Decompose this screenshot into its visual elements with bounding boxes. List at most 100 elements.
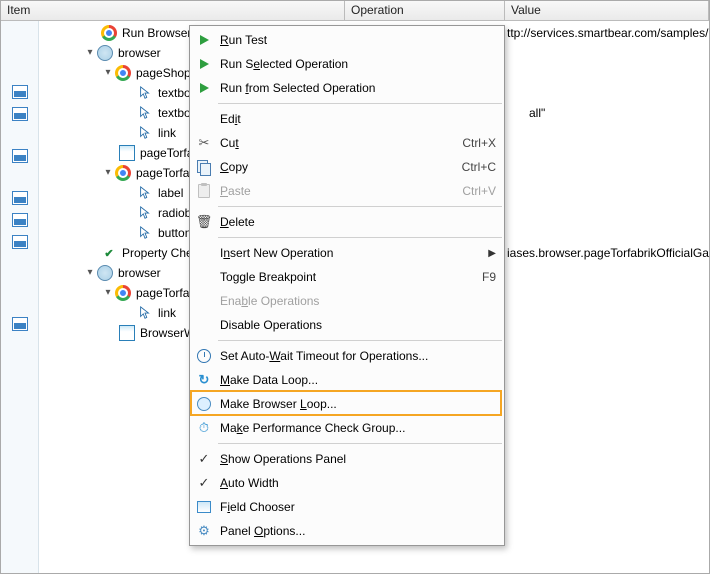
- globe-icon: [97, 265, 113, 281]
- image-marker-icon: [12, 107, 28, 121]
- tree-item-label: Run Browser: [120, 26, 193, 40]
- chrome-icon: [115, 165, 131, 181]
- image-marker-icon: [12, 317, 28, 331]
- tree-item-label: link: [156, 126, 178, 140]
- menu-item[interactable]: Edit: [190, 107, 504, 131]
- menu-item-label: Run Selected Operation: [220, 57, 496, 71]
- browser-loop-icon: [194, 394, 214, 414]
- play-selected-icon: [194, 78, 214, 98]
- menu-item[interactable]: Run Test: [190, 28, 504, 52]
- cursor-action-icon: [137, 105, 153, 121]
- menu-item[interactable]: Make Browser Loop...: [190, 392, 504, 416]
- menu-item: Enable Operations: [190, 289, 504, 313]
- menu-item[interactable]: ✓ Show Operations Panel: [190, 447, 504, 471]
- expand-collapse-icon[interactable]: [101, 166, 115, 180]
- expand-collapse-icon[interactable]: [83, 266, 97, 280]
- menu-shortcut: Ctrl+C: [462, 160, 496, 174]
- window-icon: [119, 325, 135, 341]
- menu-item-label: Show Operations Panel: [220, 452, 496, 466]
- image-marker-icon: [12, 149, 28, 163]
- menu-item-label: Make Data Loop...: [220, 373, 496, 387]
- menu-item-label: Make Browser Loop...: [220, 397, 496, 411]
- gear-icon: ⚙: [194, 521, 214, 541]
- blank-icon: [194, 243, 214, 263]
- cursor-action-icon: [137, 125, 153, 141]
- blank-icon: [194, 291, 214, 311]
- header-value[interactable]: Value: [505, 1, 709, 20]
- cursor-action-icon: [137, 305, 153, 321]
- cursor-action-icon: [137, 225, 153, 241]
- menu-item-label: Delete: [220, 215, 496, 229]
- field-chooser-icon: [194, 497, 214, 517]
- menu-separator: [218, 443, 502, 444]
- delete-icon: 🗑: [194, 212, 214, 232]
- menu-item[interactable]: ⚙Panel Options...: [190, 519, 504, 543]
- submenu-arrow-icon: ▶: [488, 248, 496, 259]
- expand-collapse-icon[interactable]: [101, 66, 115, 80]
- gutter-icon-column: [1, 21, 39, 573]
- chrome-icon: [115, 65, 131, 81]
- cursor-action-icon: [137, 85, 153, 101]
- menu-item-label: Auto Width: [220, 476, 496, 490]
- checkmark-icon: ✓: [194, 449, 214, 469]
- menu-item-label: Set Auto-Wait Timeout for Operations...: [220, 349, 496, 363]
- image-marker-icon: [12, 235, 28, 249]
- tree-item-label: label: [156, 186, 185, 200]
- cursor-action-icon: [137, 205, 153, 221]
- menu-separator: [218, 103, 502, 104]
- column-headers: Item Operation Value: [1, 1, 709, 21]
- context-menu[interactable]: Run Test Run Selected Operation Run from S…: [189, 25, 505, 546]
- menu-shortcut: Ctrl+X: [462, 136, 496, 150]
- menu-item[interactable]: Run from Selected Operation: [190, 76, 504, 100]
- menu-item-label: Edit: [220, 112, 496, 126]
- cursor-action-icon: [137, 185, 153, 201]
- expand-collapse-icon[interactable]: [101, 286, 115, 300]
- menu-item[interactable]: Field Chooser: [190, 495, 504, 519]
- menu-item[interactable]: ✂ Cut Ctrl+X: [190, 131, 504, 155]
- blank-icon: [194, 315, 214, 335]
- image-marker-icon: [12, 85, 28, 99]
- menu-item-label: Cut: [220, 136, 454, 150]
- cut-icon: ✂: [194, 133, 214, 153]
- checkmark-icon: ✓: [194, 473, 214, 493]
- menu-item: PasteCtrl+V: [190, 179, 504, 203]
- menu-item-label: Paste: [220, 184, 454, 198]
- header-operation[interactable]: Operation: [345, 1, 505, 20]
- menu-item[interactable]: ↻ Make Data Loop...: [190, 368, 504, 392]
- blank-icon: [194, 109, 214, 129]
- play-icon: [194, 30, 214, 50]
- menu-item[interactable]: Set Auto-Wait Timeout for Operations...: [190, 344, 504, 368]
- window-icon: [119, 145, 135, 161]
- menu-item-label: Make Performance Check Group...: [220, 421, 496, 435]
- blank-icon: [194, 267, 214, 287]
- tree-item-label: link: [156, 306, 178, 320]
- loop-icon: ↻: [194, 370, 214, 390]
- performance-icon: ⏱: [194, 418, 214, 438]
- menu-separator: [218, 237, 502, 238]
- menu-separator: [218, 340, 502, 341]
- menu-item-label: Field Chooser: [220, 500, 496, 514]
- menu-item[interactable]: ✓ Auto Width: [190, 471, 504, 495]
- menu-item[interactable]: 🗑 Delete: [190, 210, 504, 234]
- menu-item[interactable]: Disable Operations: [190, 313, 504, 337]
- menu-shortcut: F9: [482, 270, 496, 284]
- menu-item[interactable]: ⏱ Make Performance Check Group...: [190, 416, 504, 440]
- menu-item-label: Run from Selected Operation: [220, 81, 496, 95]
- play-selected-icon: [194, 54, 214, 74]
- menu-item[interactable]: Run Selected Operation: [190, 52, 504, 76]
- menu-item[interactable]: CopyCtrl+C: [190, 155, 504, 179]
- image-marker-icon: [12, 213, 28, 227]
- header-item[interactable]: Item: [1, 1, 345, 20]
- tree-item-label: pageShop: [134, 66, 193, 80]
- menu-item[interactable]: Toggle Breakpoint F9: [190, 265, 504, 289]
- menu-item-label: Disable Operations: [220, 318, 496, 332]
- tree-item-label: browser: [116, 46, 163, 60]
- globe-icon: [97, 45, 113, 61]
- expand-collapse-icon[interactable]: [83, 46, 97, 60]
- tree-item-label: browser: [116, 266, 163, 280]
- chrome-icon: [101, 25, 117, 41]
- menu-item-label: Toggle Breakpoint: [220, 270, 474, 284]
- copy-icon: [194, 157, 214, 177]
- menu-separator: [218, 206, 502, 207]
- menu-item[interactable]: Insert New Operation▶: [190, 241, 504, 265]
